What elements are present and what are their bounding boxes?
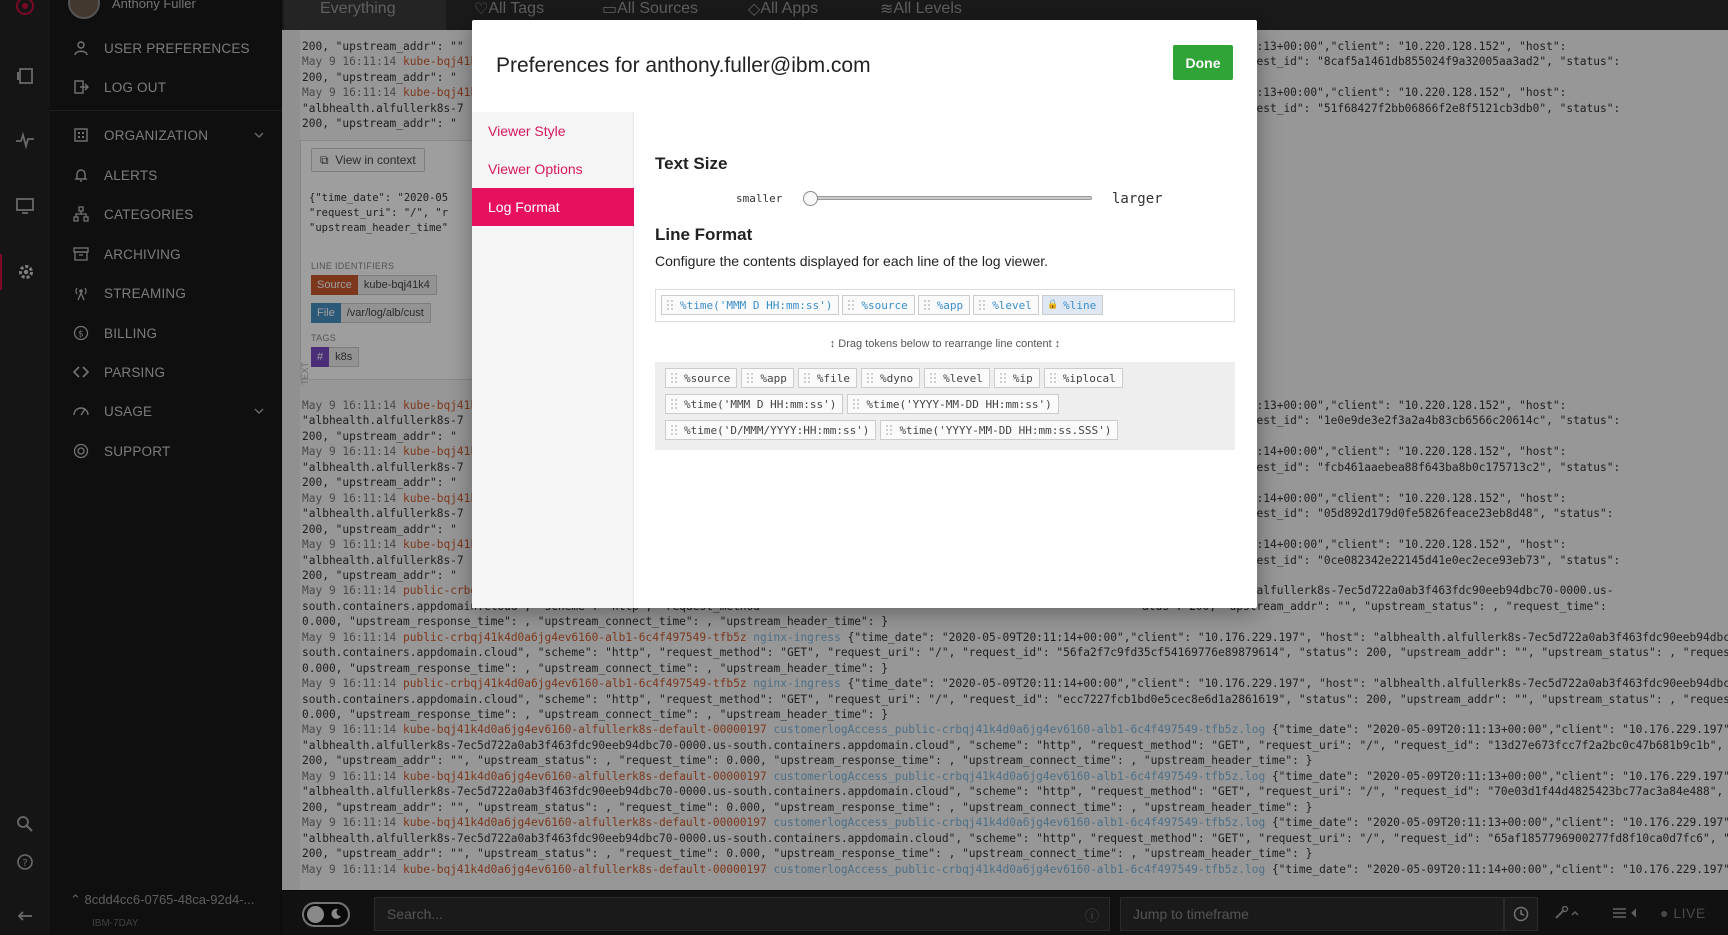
token-label: %app	[936, 298, 964, 312]
token-label: %time('YYYY-MM-DD HH:mm:ss')	[866, 397, 1052, 411]
format-token[interactable]: %source	[842, 295, 915, 315]
drag-handle-icon	[803, 373, 810, 383]
drag-handle-icon	[923, 300, 930, 310]
drag-arrow-icon: ↕	[829, 338, 839, 350]
token-row: %time('D/MMM/YYYY:HH:mm:ss') %time('YYYY-…	[665, 420, 1225, 440]
drag-handle-icon	[866, 373, 873, 383]
tab-viewer-options[interactable]: Viewer Options	[472, 150, 634, 188]
lock-icon: 🔒	[1046, 300, 1059, 310]
format-token[interactable]: %time('YYYY-MM-DD HH:mm:ss.SSS')	[880, 420, 1119, 440]
format-token[interactable]: %app	[917, 295, 971, 315]
format-token[interactable]: 🔒 %line	[1041, 295, 1104, 315]
tab-viewer-style[interactable]: Viewer Style	[472, 112, 634, 150]
token-label: %app	[760, 371, 787, 385]
token-label: %ip	[1012, 371, 1033, 385]
drag-handle-icon	[667, 300, 673, 310]
drag-handle-icon	[886, 425, 893, 435]
drag-hint: ↕ Drag tokens below to rearrange line co…	[655, 338, 1235, 350]
token-label: %time('D/MMM/YYYY:HH:mm:ss')	[684, 423, 870, 437]
token-label: %time('YYYY-MM-DD HH:mm:ss.SSS')	[899, 423, 1112, 437]
modal-title: Preferences for anthony.fuller@ibm.com	[496, 54, 871, 77]
drag-handle-icon	[671, 425, 677, 435]
token-label: %time('MMM D HH:mm:ss')	[680, 298, 833, 312]
format-token[interactable]: %time('YYYY-MM-DD HH:mm:ss')	[847, 394, 1059, 414]
format-token[interactable]: %iplocal	[1043, 368, 1123, 388]
token-label: %line	[1063, 298, 1097, 312]
format-token[interactable]: %file	[797, 368, 857, 388]
drag-hint-text: Drag tokens below to rearrange line cont…	[838, 338, 1052, 350]
active-token-list[interactable]: %time('MMM D HH:mm:ss') %source %app %level…	[655, 289, 1235, 322]
token-label: %level	[992, 298, 1032, 312]
format-token[interactable]: %level	[924, 368, 990, 388]
format-token[interactable]: %time('D/MMM/YYYY:HH:mm:ss')	[665, 420, 877, 440]
done-button[interactable]: Done	[1173, 45, 1233, 80]
format-token[interactable]: %ip	[993, 368, 1040, 388]
line-format-description: Configure the contents displayed for eac…	[655, 253, 1049, 269]
smaller-label: smaller	[736, 192, 783, 205]
token-label: %dyno	[879, 371, 914, 385]
drag-handle-icon	[747, 373, 754, 383]
token-label: %level	[943, 371, 983, 385]
format-token[interactable]: %app	[741, 368, 794, 388]
larger-label: larger	[1112, 191, 1163, 207]
token-label: %time('MMM D HH:mm:ss')	[684, 397, 837, 411]
drag-handle-icon	[671, 399, 677, 409]
line-format-heading: Line Format	[655, 225, 753, 244]
format-token[interactable]: %level	[973, 295, 1039, 315]
token-row: %time('MMM D HH:mm:ss') %time('YYYY-MM-DD…	[665, 394, 1225, 414]
available-token-pool[interactable]: %source %app %file %dyno %level %ip %iplocal %t…	[655, 362, 1235, 450]
text-size-slider-thumb[interactable]	[803, 191, 818, 206]
drag-arrow-icon: ↕	[1051, 338, 1061, 350]
preferences-tabs: Viewer Style Viewer Options Log Format	[472, 112, 634, 608]
drag-handle-icon	[1049, 373, 1056, 383]
format-token[interactable]: %dyno	[860, 368, 921, 388]
text-size-slider-track[interactable]	[810, 196, 1092, 200]
drag-handle-icon	[853, 399, 860, 409]
format-token[interactable]: %time('MMM D HH:mm:ss')	[661, 295, 840, 315]
drag-handle-icon	[848, 300, 855, 310]
text-size-heading: Text Size	[655, 154, 728, 173]
token-label: %source	[861, 298, 908, 312]
preferences-modal: Preferences for anthony.fuller@ibm.com D…	[472, 20, 1257, 608]
drag-handle-icon	[671, 373, 677, 383]
format-token[interactable]: %time('MMM D HH:mm:ss')	[665, 394, 844, 414]
tab-log-format[interactable]: Log Format	[472, 188, 634, 226]
drag-handle-icon	[979, 300, 986, 310]
drag-handle-icon	[930, 373, 937, 383]
token-label: %file	[816, 371, 850, 385]
token-label: %iplocal	[1062, 371, 1116, 385]
format-token[interactable]: %source	[665, 368, 738, 388]
token-label: %source	[684, 371, 731, 385]
token-row: %source %app %file %dyno %level %ip %iplocal	[665, 368, 1225, 388]
drag-handle-icon	[999, 373, 1006, 383]
